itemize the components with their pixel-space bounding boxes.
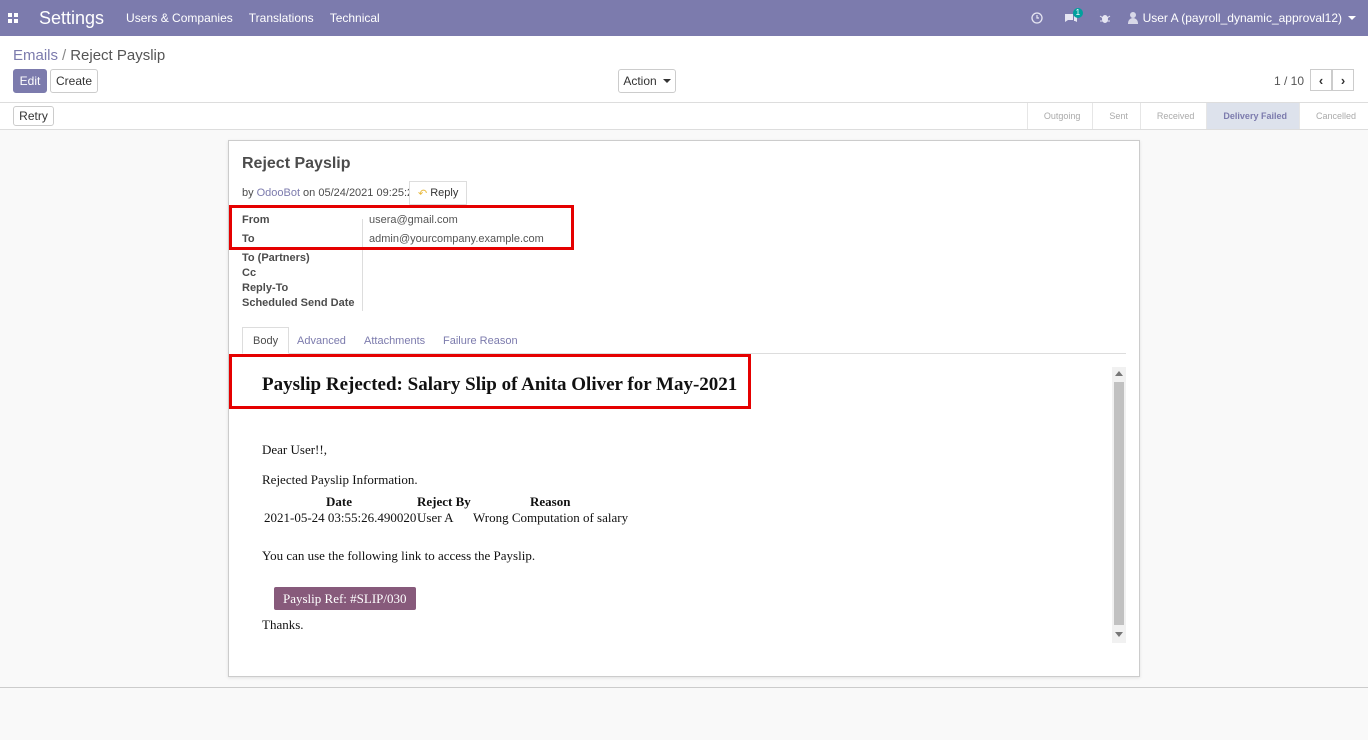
breadcrumb: Emails / Reject Payslip xyxy=(13,47,166,64)
tab-advanced[interactable]: Advanced xyxy=(287,327,356,354)
body-greeting: Dear User!!, xyxy=(262,442,327,457)
form-sheet: Reject Payslip by OdooBot on 05/24/2021 … xyxy=(228,140,1140,677)
table-header-reason: Reason xyxy=(530,494,571,509)
message-count-badge: 1 xyxy=(1072,8,1084,18)
control-panel: Emails / Reject Payslip Edit Create Action… xyxy=(0,36,1368,103)
tab-failure-reason[interactable]: Failure Reason xyxy=(433,327,528,354)
action-dropdown[interactable]: Action xyxy=(618,69,676,93)
field-scheduled-send-date: Scheduled Send Date xyxy=(242,297,355,309)
tab-attachments[interactable]: Attachments xyxy=(354,327,435,354)
pager-next-button[interactable]: › xyxy=(1332,69,1354,91)
reply-icon: ↶ xyxy=(418,187,428,200)
body-scrollbar[interactable] xyxy=(1112,367,1126,643)
create-button[interactable]: Create xyxy=(50,69,98,93)
stage-received[interactable]: Received xyxy=(1139,103,1207,129)
highlight-box-addresses xyxy=(229,205,574,250)
user-icon xyxy=(1127,12,1138,24)
menu-translations[interactable]: Translations xyxy=(249,11,314,25)
tab-bar: Body Advanced Attachments Failure Reason xyxy=(242,327,1126,354)
stage-delivery-failed[interactable]: Delivery Failed xyxy=(1206,103,1299,129)
clock-icon[interactable] xyxy=(1020,0,1054,36)
menu-technical[interactable]: Technical xyxy=(330,11,380,25)
menu-users-companies[interactable]: Users & Companies xyxy=(126,11,233,25)
by-label: by xyxy=(242,187,254,199)
body-info-title: Rejected Payslip Information. xyxy=(262,472,418,487)
author-link[interactable]: OdooBot xyxy=(257,187,300,199)
table-header-date: Date xyxy=(326,494,352,509)
status-stages: Outgoing Sent Received Delivery Failed C… xyxy=(1026,103,1368,129)
action-label: Action xyxy=(623,74,657,88)
highlight-box-heading xyxy=(229,354,751,409)
on-label: on xyxy=(303,187,316,199)
email-meta: by OdooBot on 05/24/2021 09:25:26 xyxy=(242,187,419,199)
user-menu[interactable]: User A (payroll_dynamic_approval12) xyxy=(1127,11,1356,25)
user-name: User A (payroll_dynamic_approval12) xyxy=(1142,11,1342,25)
payslip-ref-button[interactable]: Payslip Ref: #SLIP/030 xyxy=(274,587,416,610)
reply-label: Reply xyxy=(430,187,459,199)
reply-button[interactable]: ↶ Reply xyxy=(409,181,468,205)
field-to-partners: To (Partners) xyxy=(242,252,310,264)
top-navbar: Settings Users & Companies Translations … xyxy=(0,0,1368,36)
pager-previous-button[interactable]: ‹ xyxy=(1310,69,1332,91)
chat-icon[interactable]: 1 xyxy=(1054,0,1088,36)
edit-button[interactable]: Edit xyxy=(13,69,47,93)
table-cell-date: 2021-05-24 03:55:26.490020 xyxy=(264,510,417,525)
apps-icon[interactable] xyxy=(0,0,26,36)
field-reply-to: Reply-To xyxy=(242,282,289,294)
table-cell-reject-by: User A xyxy=(417,510,454,525)
table-header-reject-by: Reject By xyxy=(417,494,471,509)
stage-cancelled[interactable]: Cancelled xyxy=(1298,103,1368,129)
breadcrumb-current: Reject Payslip xyxy=(70,47,166,64)
scroll-thumb[interactable] xyxy=(1114,382,1124,625)
stage-outgoing[interactable]: Outgoing xyxy=(1026,103,1093,129)
bug-icon[interactable] xyxy=(1088,0,1122,36)
statusbar: Retry Outgoing Sent Received Delivery Fa… xyxy=(0,103,1368,130)
app-title[interactable]: Settings xyxy=(39,8,104,29)
field-cc: Cc xyxy=(242,267,257,279)
breadcrumb-emails[interactable]: Emails xyxy=(13,47,58,64)
table-cell-reason: Wrong Computation of salary xyxy=(473,510,629,525)
scroll-down-icon[interactable] xyxy=(1115,632,1123,637)
chevron-down-icon xyxy=(662,79,671,83)
pager-value[interactable]: 1 / 10 xyxy=(1274,74,1304,88)
tab-body[interactable]: Body xyxy=(242,327,290,354)
scroll-up-icon[interactable] xyxy=(1115,371,1123,376)
email-subject: Reject Payslip xyxy=(242,155,351,172)
body-closing: Thanks. xyxy=(262,617,304,632)
email-date: 05/24/2021 09:25:26 xyxy=(318,187,420,199)
body-link-text: You can use the following link to access… xyxy=(262,548,536,563)
stage-sent[interactable]: Sent xyxy=(1092,103,1140,129)
chevron-down-icon xyxy=(1348,16,1356,20)
retry-button[interactable]: Retry xyxy=(13,106,54,126)
bottom-divider xyxy=(0,687,1368,688)
